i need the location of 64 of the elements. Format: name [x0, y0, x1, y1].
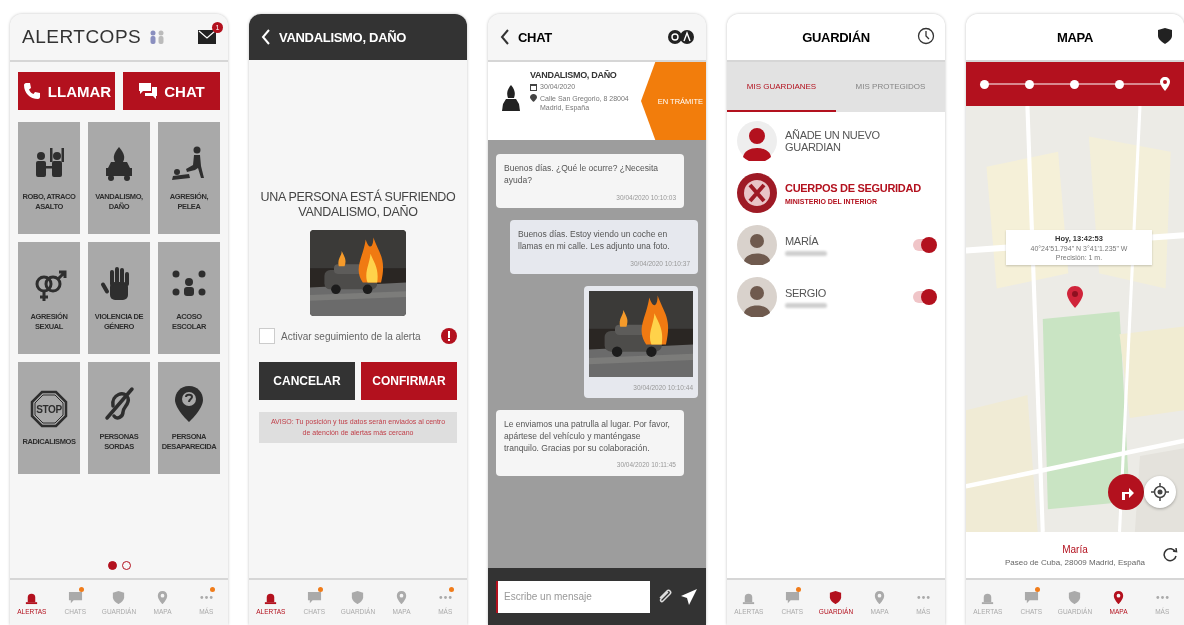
map-marker-icon[interactable]	[1067, 286, 1083, 308]
address-text: Paseo de Cuba, 28009 Madrid, España	[1004, 557, 1146, 567]
timeline-point[interactable]	[1160, 77, 1170, 91]
chat-icon	[306, 590, 322, 605]
shield-icon	[1067, 590, 1083, 605]
screen-title: MAPA	[1056, 29, 1094, 45]
guardian-name[interactable]: AÑADE UN NUEVO GUARDIAN	[785, 129, 935, 153]
toggle-switch[interactable]	[913, 291, 935, 303]
clock-icon[interactable]	[917, 27, 935, 45]
chat-icon	[138, 81, 159, 101]
info-icon[interactable]	[441, 328, 457, 344]
checkbox[interactable]	[259, 328, 275, 344]
calendar-icon	[530, 83, 537, 91]
page-dot[interactable]	[107, 561, 117, 570]
person-name: María	[1062, 543, 1088, 555]
emblem-icon	[737, 173, 777, 213]
chat-icon	[784, 590, 800, 605]
shield-icon	[350, 590, 366, 605]
shield-icon	[828, 590, 844, 605]
case-title: VANDALISMO, DAÑO	[530, 70, 618, 80]
tab[interactable]: MIS PROTEGIDOS	[836, 62, 945, 112]
location-pin-icon	[530, 94, 537, 102]
add-person-icon[interactable]	[737, 121, 777, 161]
screen-title: CHAT	[518, 29, 552, 45]
stop-sign-icon	[29, 389, 69, 430]
send-icon[interactable]	[680, 587, 698, 606]
chat-icon	[1023, 590, 1039, 605]
burning-car-icon	[500, 84, 522, 114]
message-text: Buenos días. Estoy viendo un coche en llamas en mi calle. Les adjunto una foto.	[518, 228, 671, 253]
cancel-button[interactable]: CANCELAR	[259, 362, 355, 400]
people-icon	[149, 30, 166, 44]
refresh-icon[interactable]	[1163, 547, 1178, 562]
guardian-name: SERGIO	[785, 286, 827, 299]
timeline-point[interactable]	[1115, 79, 1124, 89]
confirm-button[interactable]: CONFIRMAR	[361, 362, 457, 400]
checkbox-label: Activar seguimiento de la alerta	[281, 330, 422, 342]
blurred-phone-number	[785, 250, 827, 256]
alert-heading: UNA PERSONA ESTÁ SUFRIENDO VANDALISMO, DAÑO	[259, 190, 457, 220]
mail-icon[interactable]	[198, 30, 216, 44]
message-input[interactable]: Escribe un mensaje	[496, 580, 650, 613]
avatar	[737, 277, 777, 317]
screen-title: GUARDIÁN	[802, 29, 870, 45]
toggle-switch[interactable]	[913, 239, 935, 251]
crosshair-icon	[1151, 483, 1169, 501]
call-button[interactable]: LLAMAR	[18, 72, 115, 110]
translate-icon[interactable]	[668, 30, 694, 44]
message-text: Buenos días. ¿Qué le ocurre? ¿Necesita ayuda?	[504, 162, 660, 187]
back-icon[interactable]	[500, 29, 510, 45]
guardian-name: MARÍA	[785, 234, 820, 247]
timeline-point[interactable]	[1070, 79, 1079, 89]
timeline-point[interactable]	[980, 79, 989, 89]
blurred-phone-number	[785, 302, 827, 308]
sign-text: STOP	[35, 403, 63, 417]
guardian-name: CUERPOS DE SEGURIDAD	[785, 181, 922, 194]
chat-button[interactable]: CHAT	[123, 72, 220, 110]
screen-title: VANDALISMO, DAÑO	[279, 29, 407, 45]
chat-icon	[67, 590, 83, 605]
shield-icon	[111, 590, 127, 605]
shield-icon[interactable]	[1156, 27, 1174, 45]
app-logo: ALERTCOPS	[22, 26, 142, 48]
timeline-point[interactable]	[1025, 79, 1034, 89]
message-text: Le enviamos una patrulla al lugar. Por favor, apártese del vehículo y manténgase tranquilo. Gracias por su colaboración.	[504, 417, 671, 455]
avatar	[737, 225, 777, 265]
phone-icon	[21, 81, 42, 101]
